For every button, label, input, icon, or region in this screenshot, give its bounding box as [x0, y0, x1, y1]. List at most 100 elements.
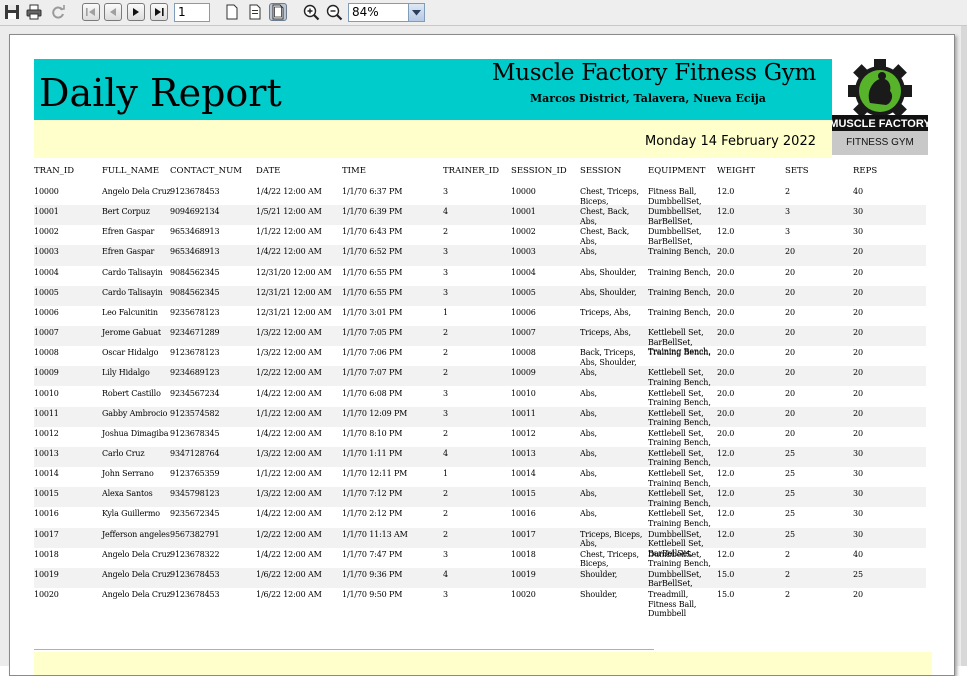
- table-row: 10009 Lily Hidalgo 9234689123 1/2/22 12:00 …: [34, 366, 926, 387]
- cell-weight: 20.0: [717, 348, 735, 358]
- save-icon[interactable]: [3, 3, 21, 21]
- cell-name: Jefferson angeles: [102, 529, 170, 539]
- cell-name: Carlo Cruz: [102, 448, 145, 458]
- next-page-icon[interactable]: [127, 3, 145, 21]
- print-icon[interactable]: [25, 3, 43, 21]
- cell-equipment: Training Bench,: [648, 307, 711, 317]
- gym-name: Muscle Factory Fitness Gym: [492, 60, 816, 86]
- cell-sets: 25: [785, 489, 795, 499]
- viewer-toolbar: 1 84%: [0, 0, 967, 26]
- cell-date: 1/1/22 12:00 AM: [256, 408, 322, 418]
- cell-name: Robert Castillo: [102, 388, 161, 398]
- cell-time: 1/1/70 7:05 PM: [342, 328, 403, 338]
- cell-trainer: 3: [443, 590, 448, 599]
- column-header: TIME: [342, 166, 366, 176]
- cell-name: Bert Corpuz: [102, 207, 150, 217]
- cell-session: Back, Triceps, Abs, Shoulder,: [580, 348, 637, 367]
- column-header: TRAN_ID: [34, 166, 75, 176]
- first-page-icon[interactable]: [82, 3, 100, 21]
- cell-reps: 20: [853, 328, 863, 338]
- cell-weight: 20.0: [717, 267, 735, 277]
- cell-equipment: Kettlebell Set, Training Bench,: [648, 469, 711, 488]
- date-band: Monday 14 February 2022: [34, 120, 832, 158]
- zoom-select[interactable]: 84%: [348, 3, 425, 22]
- cell-session: Abs, Shoulder,: [580, 267, 637, 277]
- cell-reps: 20: [853, 267, 863, 277]
- cell-name: Lily Hidalgo: [102, 368, 150, 378]
- report-title: Daily Report: [39, 71, 282, 115]
- table-row: 10018 Angelo Dela Cruz 9123678322 1/4/22 12…: [34, 548, 926, 569]
- cell-time: 1/1/70 7:47 PM: [342, 549, 403, 559]
- cell-date: 1/4/22 12:00 AM: [256, 509, 322, 519]
- column-header: CONTACT_NUM: [170, 166, 242, 176]
- cell-reps: 25: [853, 569, 863, 579]
- report-date: Monday 14 February 2022: [645, 134, 816, 149]
- cell-name: Kyla Guillermo: [102, 509, 160, 519]
- cell-contact: 9567382791: [170, 529, 220, 539]
- last-page-icon[interactable]: [150, 3, 168, 21]
- cell-trainer: 2: [443, 368, 448, 378]
- cell-reps: 30: [853, 509, 863, 519]
- cell-date: 1/4/22 12:00 AM: [256, 428, 322, 438]
- zoom-in-icon[interactable]: [302, 3, 320, 21]
- cell-trainer: 4: [443, 448, 448, 458]
- cell-id: 10016: [34, 509, 59, 519]
- fit-page-icon[interactable]: [269, 3, 287, 21]
- cell-trainer: 3: [443, 247, 448, 257]
- cell-reps: 20: [853, 428, 863, 438]
- cell-time: 1/1/70 9:50 PM: [342, 590, 403, 599]
- cell-sets: 2: [785, 569, 790, 579]
- cell-sets: 20: [785, 247, 795, 257]
- cell-trainer: 2: [443, 489, 448, 499]
- cell-contact: 9084562345: [170, 267, 220, 277]
- cell-date: 1/3/22 12:00 AM: [256, 348, 322, 358]
- cell-date: 1/3/22 12:00 AM: [256, 328, 322, 338]
- cell-trainer: 1: [443, 469, 448, 479]
- cell-date: 1/1/22 12:00 AM: [256, 227, 322, 237]
- zoom-out-icon[interactable]: [325, 3, 343, 21]
- cell-time: 1/1/70 12:09 PM: [342, 408, 408, 418]
- cell-contact: 9234567234: [170, 388, 220, 398]
- cell-time: 1/1/70 11:13 AM: [342, 529, 408, 539]
- cell-sets: 20: [785, 267, 795, 277]
- vertical-scrollbar[interactable]: [961, 26, 967, 666]
- cell-contact: 9123678345: [170, 428, 220, 438]
- cell-trainer: 2: [443, 227, 448, 237]
- cell-contact: 9123678453: [170, 187, 220, 196]
- cell-session-id: 10014: [511, 469, 536, 479]
- cell-date: 1/2/22 12:00 AM: [256, 368, 322, 378]
- cell-equipment: Kettlebell Set, Training Bench,: [648, 489, 711, 508]
- cell-weight: 20.0: [717, 388, 735, 398]
- cell-equipment: DumbbellSet, BarBellSet,: [648, 569, 702, 589]
- cell-contact: 9235678123: [170, 307, 220, 317]
- report-viewer[interactable]: Daily Report Muscle Factory Fitness Gym …: [0, 26, 967, 676]
- actual-size-icon[interactable]: [223, 3, 241, 21]
- cell-session-id: 10004: [511, 267, 536, 277]
- cell-equipment: DumbbellSet, Training Bench,: [648, 549, 711, 569]
- cell-weight: 12.0: [717, 469, 735, 479]
- cell-weight: 12.0: [717, 207, 735, 217]
- cell-reps: 30: [853, 469, 863, 479]
- cell-trainer: 4: [443, 569, 448, 579]
- cell-equipment: Kettlebell Set, Training Bench,: [648, 509, 711, 528]
- cell-session: Chest, Back, Abs,: [580, 207, 630, 226]
- cell-sets: 3: [785, 207, 790, 217]
- cell-equipment: DumbbellSet, BarBellSet,: [648, 207, 702, 226]
- cell-reps: 30: [853, 227, 863, 237]
- cell-session-id: 10019: [511, 569, 536, 579]
- chevron-down-icon[interactable]: [408, 4, 424, 21]
- refresh-icon[interactable]: [49, 3, 67, 21]
- cell-equipment: Training Bench,: [648, 287, 711, 297]
- previous-page-icon[interactable]: [104, 3, 122, 21]
- table-row: 10003 Efren Gaspar 9653468913 1/4/22 12:00 …: [34, 245, 926, 266]
- cell-contact: 9123678453: [170, 569, 220, 579]
- column-header: WEIGHT: [717, 166, 756, 176]
- cell-time: 1/1/70 2:12 PM: [342, 509, 403, 519]
- cell-trainer: 3: [443, 187, 448, 196]
- cell-session-id: 10018: [511, 549, 536, 559]
- table-row: 10008 Oscar Hidalgo 9123678123 1/3/22 12:00…: [34, 346, 926, 367]
- page-number-input[interactable]: 1: [174, 3, 210, 22]
- fit-width-icon[interactable]: [246, 3, 264, 21]
- cell-weight: 12.0: [717, 187, 735, 196]
- cell-contact: 9123678453: [170, 590, 220, 599]
